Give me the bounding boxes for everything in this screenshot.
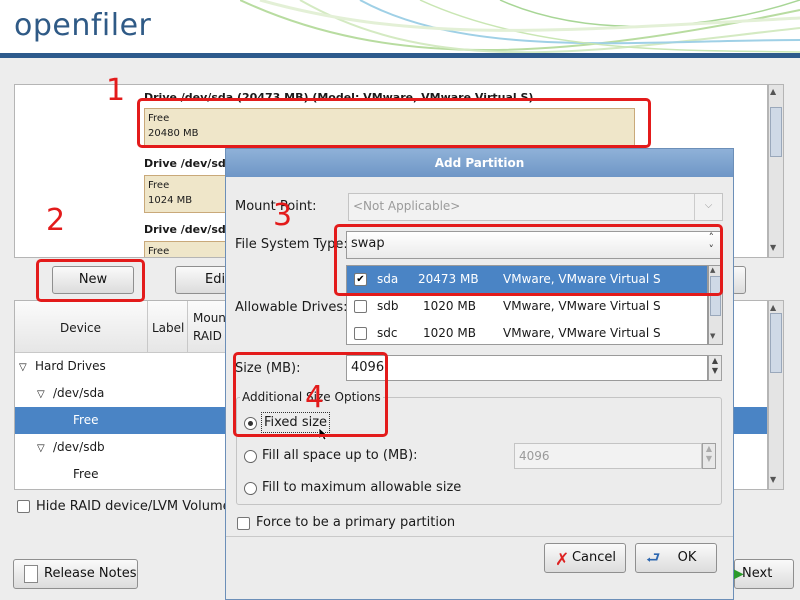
hide-raid-label: Hide RAID device/LVM Volume (36, 499, 231, 514)
drive-row-sdc[interactable]: sdc 1020 MB VMware, VMware Virtual S (347, 320, 707, 344)
force-primary-checkbox[interactable] (237, 517, 250, 530)
annotation-number-1: 1 (106, 73, 126, 108)
fill-upto-stepper[interactable]: ▲ ▼ (702, 443, 716, 469)
size-input[interactable]: 4096 (346, 355, 708, 381)
scroll-down-arrow-icon[interactable]: ▼ (770, 475, 776, 484)
dialog-divider (226, 536, 733, 537)
fs-type-label: File System Type: (235, 237, 348, 252)
openfiler-logo: openfiler (14, 8, 152, 43)
next-arrow-icon: ▶ (733, 566, 744, 582)
checkbox-unchecked-icon[interactable] (354, 300, 367, 313)
fill-upto-radio[interactable] (244, 450, 257, 463)
column-header-label[interactable]: Label (148, 301, 188, 353)
scroll-up-arrow-icon[interactable]: ▲ (770, 303, 776, 312)
release-notes-icon (24, 565, 38, 583)
force-primary-label: Force to be a primary partition (256, 515, 456, 530)
fill-max-label: Fill to maximum allowable size (262, 480, 462, 495)
drive-map-scrollbar[interactable]: ▲ ▼ (768, 84, 784, 258)
annotation-box-2 (36, 259, 145, 302)
size-stepper[interactable]: ▲ ▼ (708, 355, 722, 381)
segment-size: 1024 MB (148, 195, 193, 206)
hide-raid-checkbox[interactable] (17, 500, 30, 513)
partially-hidden-button[interactable] (732, 266, 746, 294)
ok-icon: ⮐ (646, 548, 661, 567)
cancel-button[interactable]: ✗ Cancel (544, 543, 626, 573)
annotation-number-4: 4 (305, 380, 325, 415)
header-swirl-graphic (240, 0, 800, 54)
scroll-thumb[interactable] (770, 107, 782, 157)
ok-button[interactable]: ⮐ OK (635, 543, 717, 573)
app-header: openfiler (0, 0, 800, 58)
drive-row-sdb[interactable]: sdb 1020 MB VMware, VMware Virtual S (347, 293, 707, 320)
cancel-icon: ✗ (555, 550, 570, 570)
annotation-box-3 (334, 224, 723, 296)
segment-label: Free (148, 180, 170, 191)
fill-upto-label: Fill all space up to (MB): (262, 448, 418, 463)
expander-down-icon[interactable]: ▽ (37, 435, 53, 462)
drive-sdb-title: Drive /dev/sdb (144, 157, 234, 170)
drive-sdc-title: Drive /dev/sdc (144, 223, 233, 236)
segment-label: Free (148, 246, 170, 257)
annotation-number-2: 2 (46, 203, 66, 238)
next-button[interactable]: ▶ Next (733, 559, 794, 589)
header-divider (0, 53, 800, 58)
release-notes-button[interactable]: Release Notes (13, 559, 138, 589)
scroll-down-arrow-icon[interactable]: ▼ (710, 332, 715, 340)
checkbox-unchecked-icon[interactable] (354, 327, 367, 340)
dialog-title: Add Partition (226, 149, 733, 177)
expander-down-icon[interactable]: ▽ (37, 381, 53, 408)
chevron-down-icon[interactable]: ⌵ (694, 194, 722, 220)
scroll-up-arrow-icon[interactable]: ▲ (770, 87, 776, 96)
device-tree-scrollbar[interactable]: ▲ ▼ (768, 300, 784, 490)
expander-down-icon[interactable]: ▽ (19, 354, 35, 381)
fill-max-radio[interactable] (244, 482, 257, 495)
mount-point-combo[interactable]: <Not Applicable> ⌵ (348, 193, 723, 221)
drive-sdb-free-segment[interactable]: Free 1024 MB (144, 175, 234, 213)
drive-sdc-free-segment[interactable]: Free (144, 241, 234, 257)
scroll-down-arrow-icon[interactable]: ▼ (770, 243, 776, 252)
annotation-number-3: 3 (273, 198, 293, 233)
allowable-drives-label: Allowable Drives: (235, 300, 348, 315)
column-header-device[interactable]: Device (15, 301, 148, 353)
fill-upto-input[interactable]: 4096 (514, 443, 702, 469)
scroll-thumb[interactable] (770, 313, 782, 373)
annotation-box-1 (137, 98, 651, 148)
